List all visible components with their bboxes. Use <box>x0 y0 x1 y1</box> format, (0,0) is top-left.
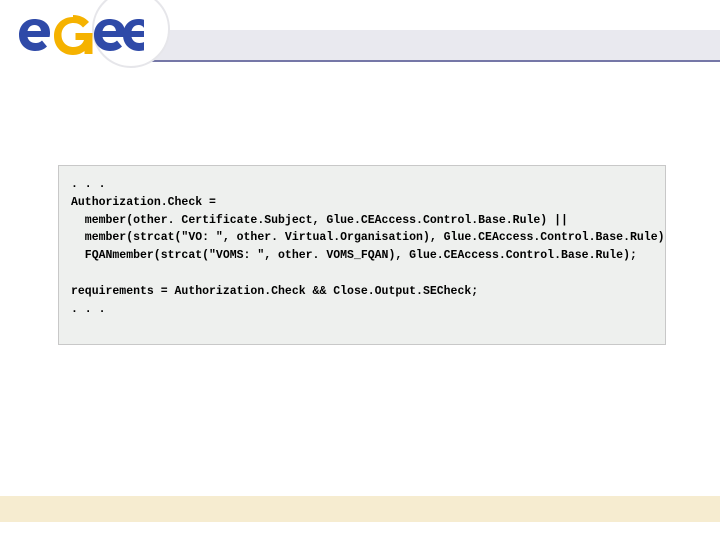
code-line: requirements = Authorization.Check && Cl… <box>71 285 478 298</box>
header-band <box>144 30 720 60</box>
egee-logo-svg <box>14 4 144 64</box>
code-line: FQANmember(strcat("VOMS: ", other. VOMS_… <box>71 247 653 265</box>
egee-logo <box>14 4 144 64</box>
code-block: . . . Authorization.Check = member(other… <box>58 165 666 345</box>
code-line: member(other. Certificate.Subject, Glue.… <box>71 212 653 230</box>
code-line: member(strcat("VO: ", other. Virtual.Org… <box>71 229 653 247</box>
code-line: . . . <box>71 178 106 191</box>
slide: . . . Authorization.Check = member(other… <box>0 0 720 540</box>
header-rule <box>144 60 720 62</box>
header <box>0 0 720 72</box>
code-line: Authorization.Check = <box>71 196 216 209</box>
code-line: . . . <box>71 303 106 316</box>
footer-band <box>0 496 720 522</box>
